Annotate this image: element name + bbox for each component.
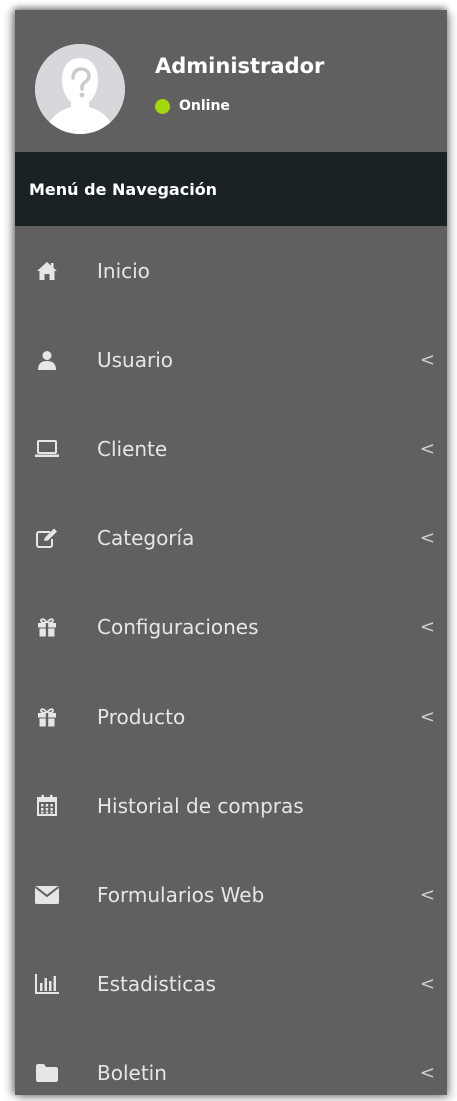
nav-item-label: Cliente [97, 436, 168, 461]
chevron-left-icon: < [419, 438, 435, 460]
nav-item-usuario[interactable]: Usuario < [15, 315, 447, 404]
chevron-left-icon: < [419, 973, 435, 995]
chevron-left-icon: < [419, 527, 435, 549]
status-online-icon [155, 98, 170, 114]
nav-item-categoria[interactable]: Categoría < [15, 494, 447, 583]
chevron-left-icon: < [419, 349, 435, 371]
nav-item-configuraciones[interactable]: Configuraciones < [15, 583, 447, 672]
folder-icon [35, 1062, 59, 1084]
user-panel: Administrador Online [15, 10, 447, 152]
nav-item-label: Formularios Web [97, 882, 265, 907]
laptop-icon [35, 438, 59, 460]
chevron-left-icon: < [419, 706, 435, 728]
calendar-icon [35, 795, 59, 817]
nav-item-label: Inicio [97, 258, 150, 283]
user-silhouette-icon [35, 44, 125, 134]
user-status: Online [155, 98, 230, 114]
nav-item-historial-de-compras[interactable]: Historial de compras [15, 761, 447, 850]
chevron-left-icon: < [419, 884, 435, 906]
nav-item-cliente[interactable]: Cliente < [15, 404, 447, 493]
chevron-left-icon: < [419, 1062, 435, 1084]
nav-item-label: Estadisticas [97, 972, 216, 997]
nav-item-label: Configuraciones [97, 615, 259, 640]
home-icon [35, 260, 59, 282]
nav-item-label: Producto [97, 704, 186, 729]
bar-chart-icon [35, 973, 59, 995]
envelope-icon [35, 884, 59, 906]
user-icon [35, 349, 59, 371]
gift-icon [35, 616, 59, 638]
edit-icon [35, 527, 59, 549]
chevron-left-icon: < [419, 616, 435, 638]
nav-item-label: Boletin [97, 1061, 167, 1086]
nav-item-producto[interactable]: Producto < [15, 672, 447, 761]
nav-item-inicio[interactable]: Inicio [15, 226, 447, 315]
user-status-label: Online [179, 98, 230, 114]
sidebar: Administrador Online Menú de Navegación … [15, 10, 447, 1095]
nav-item-boletin[interactable]: Boletin < [15, 1029, 447, 1095]
nav-menu: Inicio Usuario < Cliente < Categoría < C… [15, 226, 447, 1095]
gift-icon [35, 706, 59, 728]
nav-header: Menú de Navegación [15, 152, 447, 226]
avatar[interactable] [35, 44, 125, 134]
nav-item-label: Historial de compras [97, 793, 304, 818]
nav-item-label: Categoría [97, 526, 195, 551]
nav-item-estadisticas[interactable]: Estadisticas < [15, 940, 447, 1029]
user-name: Administrador [155, 54, 325, 78]
nav-item-formularios-web[interactable]: Formularios Web < [15, 850, 447, 939]
nav-item-label: Usuario [97, 347, 174, 372]
